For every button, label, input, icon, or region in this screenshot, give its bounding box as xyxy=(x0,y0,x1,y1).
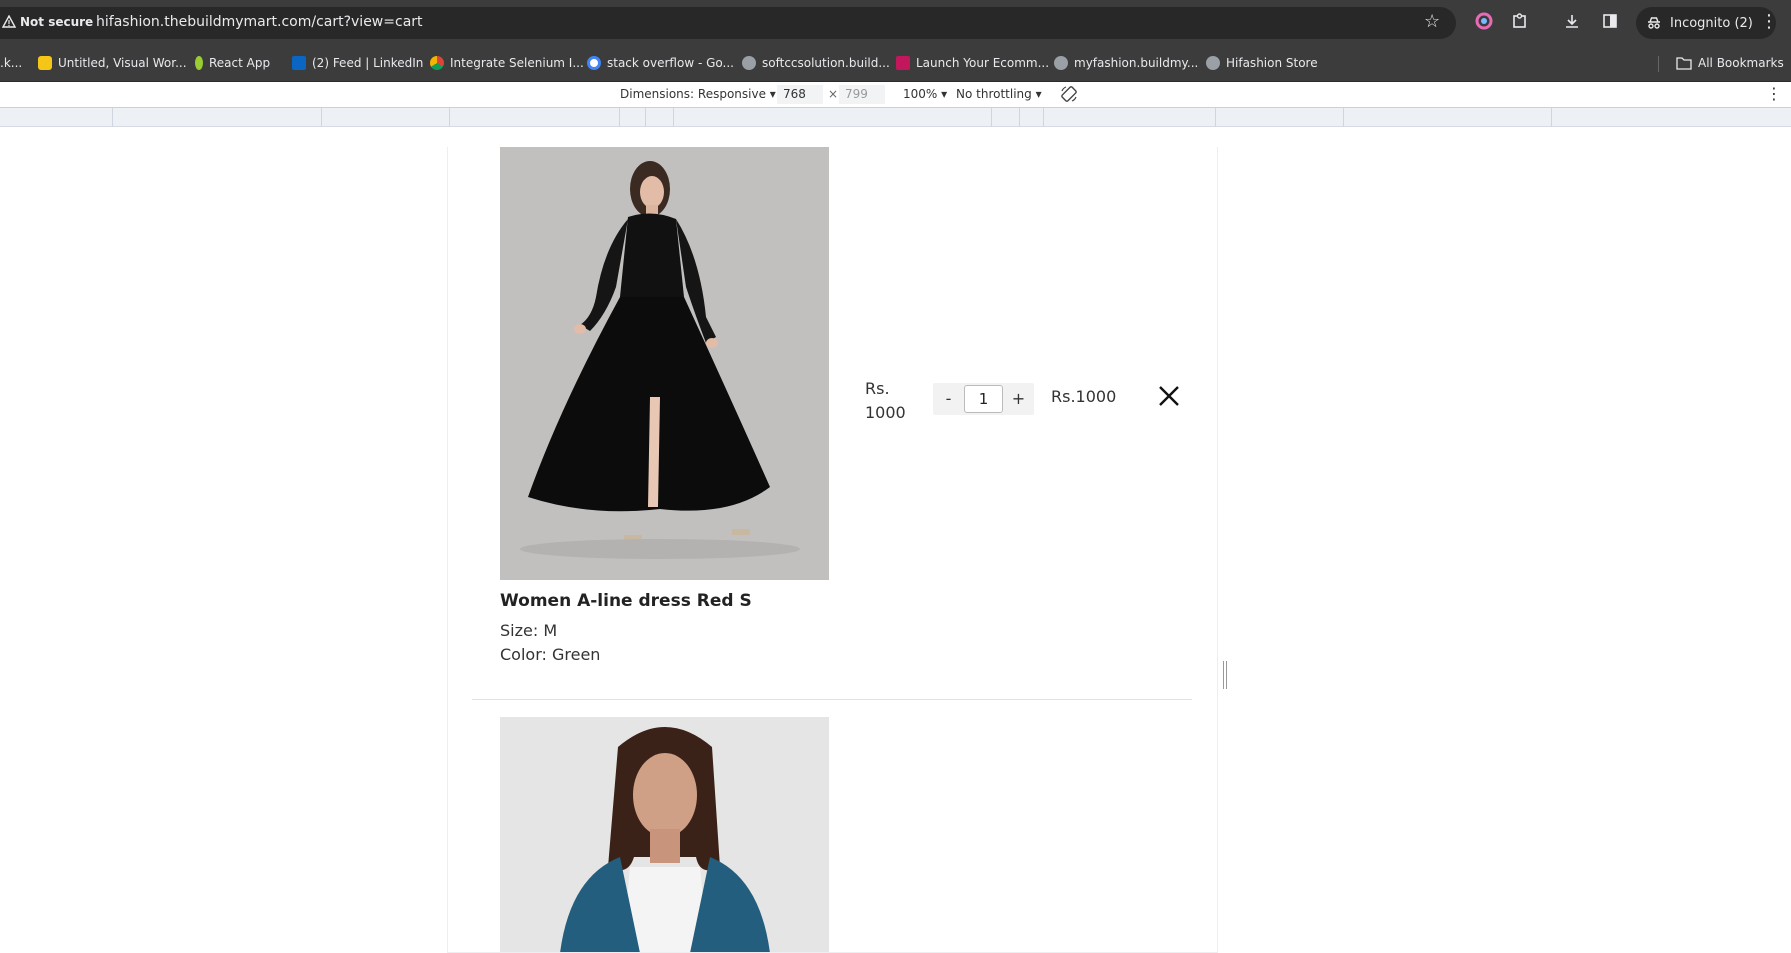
bookmark-label: Untitled, Visual Wor... xyxy=(58,56,187,70)
rotate-icon[interactable] xyxy=(1060,85,1078,106)
product-size: Size: M xyxy=(500,621,558,640)
color-extension-icon[interactable] xyxy=(1474,12,1494,32)
bookmark-item[interactable]: React App xyxy=(195,56,270,70)
cart-page: Rs. 1000 - 1 + Rs.1000 Women A-line dres… xyxy=(447,147,1218,953)
miro-icon xyxy=(38,56,52,70)
folder-icon xyxy=(1676,57,1692,70)
ruler-tick xyxy=(1019,108,1020,127)
caret-down-icon: ▾ xyxy=(1035,87,1042,101)
store-icon xyxy=(896,56,910,70)
zoom-dropdown[interactable]: 100% ▾ xyxy=(903,87,947,101)
bookmark-star-icon[interactable]: ☆ xyxy=(1424,11,1440,32)
throttling-label: No throttling xyxy=(956,87,1032,101)
url-text[interactable]: hifashion.thebuildmymart.com/cart?view=c… xyxy=(96,14,423,30)
quantity-input[interactable]: 1 xyxy=(964,385,1003,413)
bookmark-label: .k... xyxy=(0,56,23,70)
globe-icon xyxy=(1206,56,1220,70)
warning-icon xyxy=(2,15,16,28)
product-color: Color: Green xyxy=(500,645,601,664)
google-icon xyxy=(587,56,601,70)
ruler-tick xyxy=(321,108,322,127)
side-panel-icon[interactable] xyxy=(1600,12,1620,32)
security-indicator[interactable]: Not secure xyxy=(2,15,93,29)
line-subtotal: Rs.1000 xyxy=(1051,387,1117,406)
bookmark-label: Integrate Selenium I... xyxy=(450,56,584,70)
ruler-tick xyxy=(1043,108,1044,127)
remove-item-button[interactable] xyxy=(1156,383,1182,409)
bookmark-item[interactable]: Untitled, Visual Wor... xyxy=(38,56,187,70)
bookmark-label: React App xyxy=(209,56,271,70)
quantity-stepper: - 1 + xyxy=(933,383,1034,415)
incognito-icon xyxy=(1648,17,1660,29)
leaf-icon xyxy=(195,56,203,70)
bookmark-item[interactable]: Hifashion Store xyxy=(1206,56,1318,70)
devtools-more-icon[interactable]: ⋮ xyxy=(1766,84,1782,103)
globe-icon xyxy=(1054,56,1068,70)
media-query-ruler[interactable] xyxy=(0,108,1791,127)
globe-icon xyxy=(742,56,756,70)
bookmark-item[interactable]: myfashion.buildmy... xyxy=(1054,56,1198,70)
extensions-puzzle-icon[interactable] xyxy=(1510,12,1530,32)
browser-menu-icon[interactable]: ⋮ xyxy=(1760,12,1778,32)
bookmark-label: Launch Your Ecomm... xyxy=(916,56,1050,70)
linkedin-icon xyxy=(292,56,306,70)
bookmark-item[interactable]: .k... xyxy=(0,56,22,70)
ruler-tick xyxy=(1215,108,1216,127)
unit-price: Rs. 1000 xyxy=(865,379,906,422)
ruler-tick xyxy=(673,108,674,127)
bookmark-item[interactable]: softccsolution.build... xyxy=(742,56,890,70)
ruler-tick xyxy=(619,108,620,127)
caret-down-icon: ▾ xyxy=(941,87,948,101)
ruler-tick xyxy=(449,108,450,127)
dimensions-dropdown[interactable]: Dimensions: Responsive ▾ xyxy=(620,87,776,101)
chrome-icon xyxy=(430,56,444,70)
times-symbol: × xyxy=(828,87,839,101)
bookmarks-divider xyxy=(1658,56,1659,72)
viewport-resize-handle[interactable] xyxy=(1223,661,1227,689)
height-input[interactable]: 799 xyxy=(839,85,885,104)
close-icon xyxy=(1159,386,1179,406)
bookmark-label: softccsolution.build... xyxy=(762,56,890,70)
dimensions-label: Dimensions: Responsive xyxy=(620,87,766,101)
all-bookmarks-button[interactable]: All Bookmarks xyxy=(1676,56,1784,70)
item-divider xyxy=(472,699,1192,700)
ruler-tick xyxy=(991,108,992,127)
bookmark-label: stack overflow - Go... xyxy=(607,56,734,70)
incognito-label: Incognito (2) xyxy=(1670,15,1753,31)
decrease-quantity-button[interactable]: - xyxy=(933,383,964,415)
address-bar[interactable]: Not secure hifashion.thebuildmymart.com/… xyxy=(0,7,1456,39)
zoom-label: 100% xyxy=(903,87,938,101)
incognito-badge[interactable]: Incognito (2) xyxy=(1636,7,1776,39)
emulated-viewport: Rs. 1000 - 1 + Rs.1000 Women A-line dres… xyxy=(0,127,1791,953)
bookmark-item[interactable]: (2) Feed | LinkedIn xyxy=(292,56,423,70)
ruler-tick xyxy=(112,108,113,127)
increase-quantity-button[interactable]: + xyxy=(1003,383,1034,415)
security-label: Not secure xyxy=(20,15,94,29)
bookmarks-bar: .k... Untitled, Visual Wor... React App … xyxy=(0,46,1791,82)
product-name[interactable]: Women A-line dress Red S xyxy=(500,591,752,611)
device-toolbar: Dimensions: Responsive ▾ 768 × 799 100% … xyxy=(0,82,1791,108)
bookmark-item[interactable]: Integrate Selenium I... xyxy=(430,56,584,70)
product-image[interactable] xyxy=(500,717,829,952)
bookmark-label: (2) Feed | LinkedIn xyxy=(312,56,424,70)
all-bookmarks-label: All Bookmarks xyxy=(1698,56,1784,70)
width-input[interactable]: 768 xyxy=(777,85,823,104)
throttling-dropdown[interactable]: No throttling ▾ xyxy=(956,87,1042,101)
product-image[interactable] xyxy=(500,147,829,580)
ruler-tick xyxy=(1551,108,1552,127)
bookmark-item[interactable]: stack overflow - Go... xyxy=(587,56,734,70)
browser-toolbar: Not secure hifashion.thebuildmymart.com/… xyxy=(0,0,1791,46)
bookmark-label: Hifashion Store xyxy=(1226,56,1318,70)
bookmark-label: myfashion.buildmy... xyxy=(1074,56,1199,70)
caret-down-icon: ▾ xyxy=(769,87,776,101)
download-icon[interactable] xyxy=(1562,12,1582,32)
bookmark-item[interactable]: Launch Your Ecomm... xyxy=(896,56,1049,70)
ruler-tick xyxy=(645,108,646,127)
ruler-tick xyxy=(1343,108,1344,127)
